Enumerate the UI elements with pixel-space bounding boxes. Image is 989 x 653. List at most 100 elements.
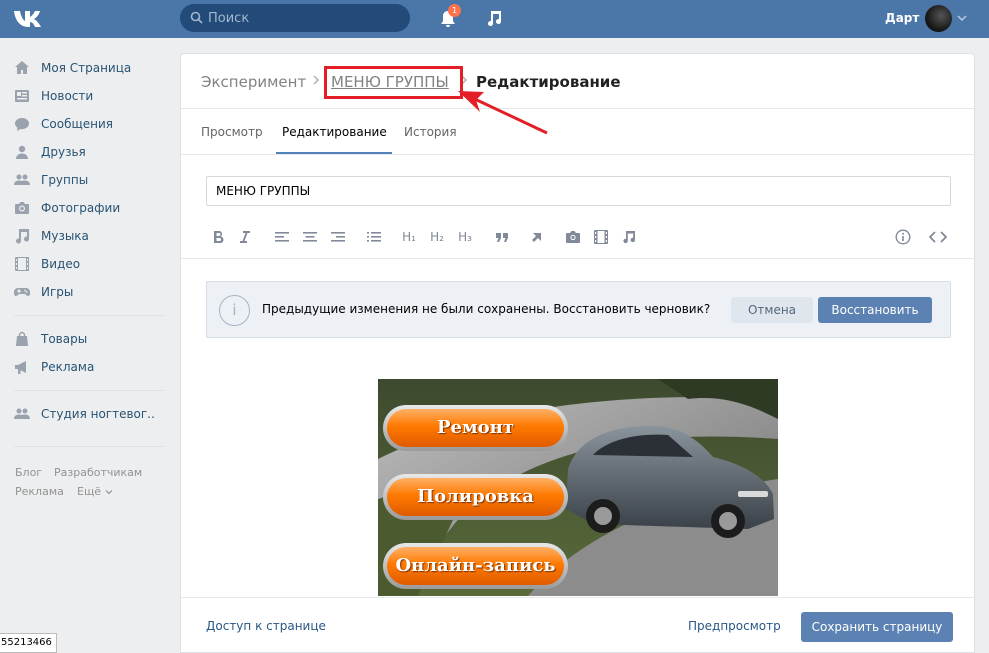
megaphone-icon [15,361,26,374]
friends-icon [16,145,28,159]
footer-link-blog[interactable]: Блог [15,466,42,479]
messages-icon [15,118,29,131]
footer-link-ads[interactable]: Реклама [15,485,64,498]
banner-button-booking: Онлайн-запись [383,543,568,589]
heading1-button[interactable]: H₁ [398,226,420,248]
help-button[interactable] [892,226,914,248]
sidebar-item-friends[interactable]: Друзья [14,142,164,162]
sidebar-item-label: Игры [41,285,74,299]
sidebar-item-music[interactable]: Музыка [14,226,164,246]
restore-button[interactable]: Восстановить [818,297,932,323]
tab-view[interactable]: Просмотр [201,125,263,139]
sidebar-item-label: Сообщения [41,117,114,131]
vk-logo[interactable] [12,7,48,31]
page-title-input[interactable]: МЕНЮ ГРУППЫ [206,176,951,206]
list-icon [367,232,381,242]
footer-link-developers[interactable]: Разработчикам [54,466,142,479]
banner-button-polishing: Полировка [383,474,568,520]
align-right-button[interactable] [327,226,349,248]
draft-restore-notice: i Предыдущие изменения не были сохранены… [206,281,951,338]
banner-button-label: Ремонт [387,409,564,447]
sidebar-item-label: Товары [41,332,88,346]
sidebar-divider [14,390,164,391]
footer-more-label: Ещё [77,485,102,498]
heading3-button[interactable]: H₃ [454,226,476,248]
tab-history[interactable]: История [404,125,457,139]
sidebar-divider [14,446,164,447]
sidebar-item-label: Видео [41,257,81,271]
sidebar-item-my-page[interactable]: Моя Страница [14,58,164,78]
align-left-button[interactable] [271,226,293,248]
align-center-icon [303,232,317,242]
sidebar-divider [14,315,164,316]
italic-button[interactable] [234,226,256,248]
video-icon [15,257,29,271]
sidebar-item-messages[interactable]: Сообщения [14,114,164,134]
active-tab-indicator [276,152,392,154]
footer-link-more[interactable]: Ещё [77,485,113,498]
user-name[interactable]: Дарт [885,11,919,25]
editor-toolbar: H₁ H₂ H₃ [181,219,974,259]
breadcrumb: Эксперимент МЕНЮ ГРУППЫ Редактирование [181,54,974,109]
menu-banner-image: Ремонт Полировка Онлайн-запись [378,379,778,596]
notification-badge: 1 [448,4,461,17]
heading2-label: H₂ [430,230,444,244]
page-access-link[interactable]: Доступ к странице [206,619,326,633]
search-input[interactable] [208,4,403,32]
sidebar-item-label: Друзья [41,145,86,159]
link-button[interactable] [526,226,548,248]
music-icon[interactable] [485,9,503,27]
music-icon [16,229,30,244]
bold-button[interactable] [207,226,229,248]
editor-footer: Доступ к странице Предпросмотр Сохранить… [181,597,974,652]
sidebar-item-video[interactable]: Видео [14,254,164,274]
banner-button-label: Полировка [387,478,564,516]
sidebar-item-games[interactable]: Игры [14,282,164,302]
sidebar-item-news[interactable]: Новости [14,86,164,106]
search-icon [190,11,203,24]
sidebar-item-label: Музыка [41,229,89,243]
chevron-right-icon [313,75,320,85]
sidebar-item-label: Новости [41,89,94,103]
banner-button-repair: Ремонт [383,405,568,451]
list-button[interactable] [363,226,385,248]
bag-icon [16,331,28,346]
quote-button[interactable] [491,226,513,248]
home-icon [15,61,29,74]
search-box[interactable] [180,4,410,32]
draft-notice-text: Предыдущие изменения не были сохранены. … [262,302,711,316]
audio-button[interactable] [618,226,640,248]
music-icon [623,231,635,244]
italic-icon [240,231,250,243]
sidebar-item-studio-group[interactable]: Студия ногтевог.. [14,404,164,424]
tab-bar: Просмотр Редактирование История [181,110,974,155]
video-button[interactable] [590,226,612,248]
heading1-label: H₁ [402,230,416,244]
wiki-editor-card: Эксперимент МЕНЮ ГРУППЫ Редактирование П… [180,53,975,653]
quote-icon [496,233,508,242]
breadcrumb-current: Редактирование [476,73,621,91]
tab-edit[interactable]: Редактирование [282,125,387,139]
status-id-text: 55213466 [0,633,57,653]
sidebar-item-label: Студия ногтевог.. [41,407,155,421]
gamepad-icon [14,288,30,296]
link-arrow-icon [532,233,541,242]
save-page-button[interactable]: Сохранить страницу [801,612,953,642]
avatar[interactable] [925,5,952,32]
sidebar-item-groups[interactable]: Группы [14,170,164,190]
sidebar-item-photos[interactable]: Фотографии [14,198,164,218]
cancel-button[interactable]: Отмена [731,297,813,323]
breadcrumb-root[interactable]: Эксперимент [201,73,306,91]
sidebar-item-label: Группы [41,173,89,187]
sidebar-item-label: Моя Страница [41,61,132,75]
chevron-down-icon[interactable] [957,14,967,22]
sidebar-item-label: Реклама [41,360,95,374]
heading2-button[interactable]: H₂ [426,226,448,248]
sidebar-item-goods[interactable]: Товары [14,329,164,349]
photo-button[interactable] [562,226,584,248]
sidebar-item-ads[interactable]: Реклама [14,357,164,377]
align-center-button[interactable] [299,226,321,248]
preview-link[interactable]: Предпросмотр [688,619,781,633]
source-code-button[interactable] [927,226,949,248]
sidebar-item-label: Фотографии [41,201,121,215]
